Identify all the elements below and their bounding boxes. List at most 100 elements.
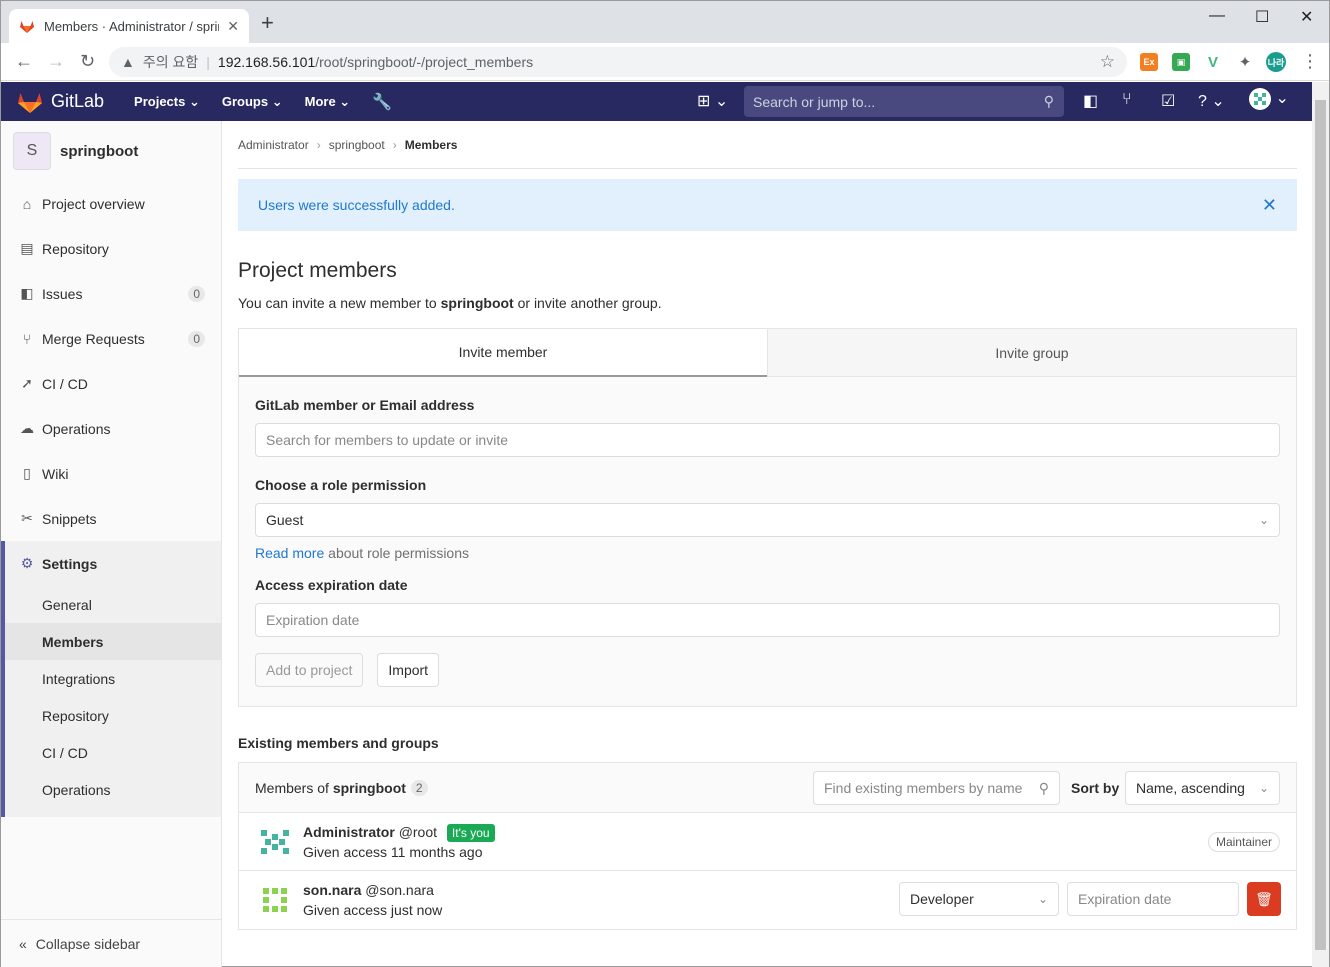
member-username: @son.nara: [365, 882, 434, 898]
minimize-icon[interactable]: —: [1209, 7, 1225, 25]
new-tab-icon[interactable]: +: [261, 12, 274, 34]
todos-icon[interactable]: ☑: [1161, 91, 1175, 111]
bookmark-star-icon[interactable]: ☆: [1100, 52, 1115, 72]
invite-tabs: Invite member Invite group: [239, 329, 1296, 377]
member-name-line: son.nara @son.nara: [303, 882, 442, 898]
member-access-time: Given access 11 months ago: [303, 843, 483, 860]
extensions-puzzle-icon[interactable]: ✦: [1236, 53, 1254, 71]
reload-icon[interactable]: ↻: [80, 51, 95, 71]
merge-requests-nav-icon[interactable]: ⑂: [1122, 91, 1132, 109]
member-search-input[interactable]: Search for members to update or invite: [255, 423, 1280, 457]
member-expiration-placeholder: Expiration date: [1078, 891, 1172, 907]
gitlab-tanuki-icon: [18, 92, 42, 113]
new-plus-icon[interactable]: ⊞ ⌄: [697, 91, 728, 111]
member-role-select[interactable]: Developer ⌄: [899, 882, 1059, 916]
extension-ex-icon[interactable]: Ex: [1140, 53, 1158, 71]
member-name[interactable]: Administrator: [303, 824, 395, 840]
settings-sub-members[interactable]: Members: [5, 623, 221, 660]
collapse-sidebar-button[interactable]: « Collapse sidebar: [1, 919, 221, 967]
desc-prefix: You can invite a new member to: [238, 295, 441, 311]
member-name[interactable]: son.nara: [303, 882, 361, 898]
breadcrumb-separator-icon: ›: [316, 137, 321, 152]
groups-menu[interactable]: Groups ⌄: [222, 94, 283, 110]
maximize-icon[interactable]: ☐: [1255, 7, 1269, 27]
close-window-icon[interactable]: ✕: [1300, 7, 1313, 27]
help-icon[interactable]: ? ⌄: [1198, 91, 1225, 111]
find-members-placeholder: Find existing members by name: [824, 780, 1023, 796]
invite-form: GitLab member or Email address Search fo…: [239, 377, 1296, 706]
settings-sub-integrations[interactable]: Integrations: [5, 660, 221, 697]
project-name: springboot: [60, 142, 139, 160]
member-expiration-input[interactable]: Expiration date: [1067, 882, 1239, 916]
scrollbar-thumb[interactable]: [1315, 100, 1326, 950]
member-info: Administrator @root It's you Given acces…: [303, 823, 495, 860]
breadcrumb: Administrator › springboot › Members: [238, 121, 1297, 169]
role-select[interactable]: Guest ⌄: [255, 503, 1280, 537]
member-row: son.nara @son.nara Given access just now…: [239, 871, 1296, 929]
sort-select[interactable]: Name, ascending ⌄: [1125, 771, 1280, 805]
page-scrollbar[interactable]: [1312, 82, 1329, 967]
member-role-badge: Maintainer: [1207, 832, 1280, 852]
member-avatar[interactable]: [255, 821, 295, 862]
sidebar-item-repository[interactable]: ▤ Repository: [1, 226, 221, 271]
breadcrumb-administrator[interactable]: Administrator: [238, 138, 309, 152]
breadcrumb-members[interactable]: Members: [405, 138, 458, 152]
collapse-sidebar-label: Collapse sidebar: [35, 935, 141, 952]
breadcrumb-springboot[interactable]: springboot: [329, 138, 385, 152]
issues-nav-icon[interactable]: ◧: [1083, 91, 1098, 111]
role-select-value: Guest: [266, 512, 304, 528]
merge-icon: ⑂: [22, 330, 32, 347]
import-button[interactable]: Import: [377, 653, 440, 687]
browser-titlebar: Members · Administrator / springboot ✕ +…: [1, 1, 1329, 43]
scissors-icon: ✂: [21, 510, 33, 526]
add-to-project-button[interactable]: Add to project: [255, 653, 364, 687]
sidebar-item-wiki[interactable]: ▯ Wiki: [1, 451, 221, 496]
tab-invite-member[interactable]: Invite member: [239, 329, 767, 377]
browser-toolbar: ← → ↻ ▲ 주의 요함 | 192.168.56.101 /root/spr…: [1, 43, 1329, 81]
settings-sub-general[interactable]: General: [5, 586, 221, 623]
project-header[interactable]: S springboot: [1, 121, 221, 181]
address-bar[interactable]: ▲ 주의 요함 | 192.168.56.101 /root/springboo…: [109, 47, 1127, 77]
admin-wrench-icon[interactable]: 🔧: [372, 92, 392, 112]
profile-avatar[interactable]: 나라: [1266, 52, 1286, 72]
rocket-icon: ➚: [21, 375, 33, 391]
top-menu: Projects ⌄ Groups ⌄ More ⌄ 🔧: [134, 92, 414, 112]
member-avatar[interactable]: [255, 880, 295, 920]
members-of-label: Members of: [255, 779, 333, 796]
projects-menu[interactable]: Projects ⌄: [134, 94, 200, 110]
search-input[interactable]: Search or jump to... ⚲: [744, 86, 1064, 117]
close-flash-icon[interactable]: ✕: [1262, 195, 1277, 216]
expiration-date-input[interactable]: Expiration date: [255, 603, 1280, 637]
sidebar-item-issues[interactable]: ◧ Issues 0: [1, 271, 221, 316]
read-more-link[interactable]: Read more: [255, 545, 324, 561]
sidebar-item-merge-requests[interactable]: ⑂ Merge Requests 0: [1, 316, 221, 361]
sidebar-item-project-overview[interactable]: ⌂ Project overview: [1, 181, 221, 226]
gitlab-logo[interactable]: GitLab: [17, 90, 104, 114]
user-avatar-menu[interactable]: ⌄: [1249, 88, 1289, 110]
sidebar-item-snippets[interactable]: ✂ Snippets: [1, 496, 221, 541]
gitlab-navbar: GitLab Projects ⌄ Groups ⌄ More ⌄ 🔧 ⊞ ⌄ …: [1, 82, 1312, 121]
tab-invite-group[interactable]: Invite group: [767, 329, 1296, 377]
browser-tab[interactable]: Members · Administrator / springboot ✕: [9, 9, 249, 43]
home-icon: ⌂: [22, 195, 32, 212]
sidebar-item-settings[interactable]: ⚙ Settings: [5, 541, 221, 586]
back-icon[interactable]: ←: [15, 51, 33, 71]
invite-panel: Invite member Invite group GitLab member…: [238, 328, 1297, 707]
chevron-down-icon: ⌄: [1258, 781, 1269, 795]
close-tab-icon[interactable]: ✕: [227, 18, 239, 35]
gitlab-favicon-icon: [20, 21, 34, 33]
remove-member-button[interactable]: 🗑: [1247, 882, 1281, 916]
vue-devtools-icon[interactable]: V: [1204, 53, 1222, 71]
member-field-label: GitLab member or Email address: [255, 397, 475, 413]
sidebar-item-operations[interactable]: ☁ Operations: [1, 406, 221, 451]
sidebar-item-ci-cd[interactable]: ➚ CI / CD: [1, 361, 221, 406]
find-members-input[interactable]: Find existing members by name ⚲: [813, 771, 1060, 805]
browser-menu-icon[interactable]: ⋮: [1301, 51, 1319, 71]
forward-icon[interactable]: →: [47, 51, 65, 71]
extension-green-icon[interactable]: ▣: [1172, 53, 1190, 71]
issues-count-badge: 0: [188, 285, 205, 302]
settings-sub-repository[interactable]: Repository: [5, 697, 221, 734]
more-menu[interactable]: More ⌄: [305, 94, 351, 110]
settings-sub-ci-cd[interactable]: CI / CD: [5, 734, 221, 771]
settings-sub-operations[interactable]: Operations: [5, 771, 221, 808]
